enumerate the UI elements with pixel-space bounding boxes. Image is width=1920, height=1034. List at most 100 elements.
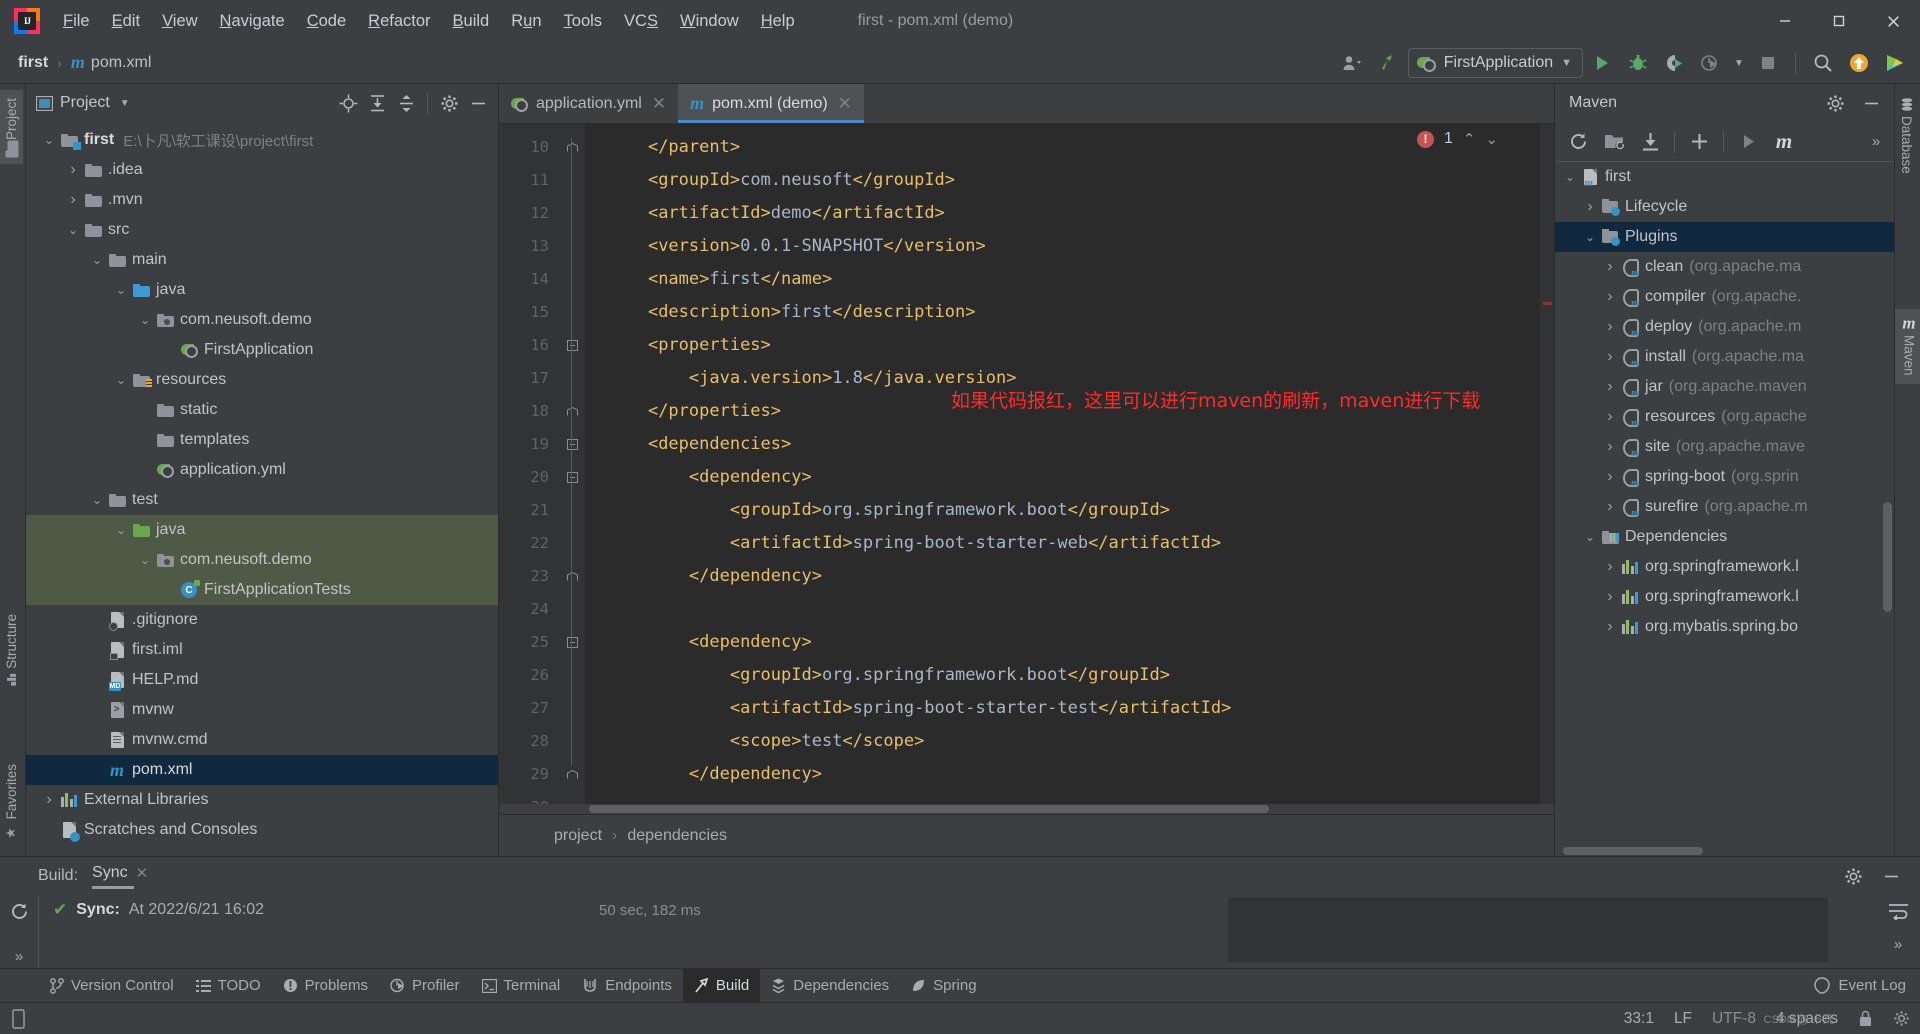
chevron-right-icon[interactable]: › [1601,408,1619,426]
line-separator[interactable]: LF [1674,1010,1692,1028]
code-line[interactable] [585,593,1540,626]
expand-all-icon[interactable] [363,90,391,116]
stripe-button-project[interactable]: Project [0,90,23,165]
menu-view[interactable]: View [151,9,208,34]
menu-code[interactable]: Code [296,9,357,34]
fold-end-icon[interactable] [559,560,585,593]
tree-node[interactable]: › .idea [26,155,498,185]
maven-tree-node[interactable]: › m install (org.apache.ma [1555,342,1894,372]
fold-start-icon[interactable] [559,428,585,461]
tree-node[interactable]: FirstApplication [26,335,498,365]
fold-start-icon[interactable] [559,329,585,362]
stripe-button-favorites[interactable]: ★ Favorites [0,756,23,848]
execute-maven-goal-icon[interactable]: m [1767,127,1801,157]
chevron-down-icon[interactable]: ⌄ [1581,530,1599,544]
tree-node[interactable]: mvnw.cmd [26,725,498,755]
previous-problem-icon[interactable]: ⌃ [1463,130,1476,148]
event-log-button[interactable]: Event Log [1814,977,1906,994]
tool-window-button-problems[interactable]: Problems [272,969,379,1003]
stripe-button-structure[interactable]: Structure [0,606,23,694]
stripe-button-maven[interactable]: m Maven [1895,309,1920,384]
menu-run[interactable]: Run [500,9,552,34]
tree-node[interactable]: application.yml [26,455,498,485]
collapse-all-icon[interactable] [392,90,420,116]
run-maven-goal-icon[interactable] [1731,127,1765,157]
code-line[interactable]: <artifactId>spring-boot-starter-web</art… [585,527,1540,560]
fold-end-icon[interactable] [559,758,585,791]
chevron-down-icon[interactable]: ▼ [120,98,130,109]
chevron-down-icon[interactable]: ⌄ [112,373,130,387]
fold-start-icon[interactable] [559,626,585,659]
editor-tab-pom-xml[interactable]: m pom.xml (demo) ✕ [678,84,864,123]
run-button[interactable] [1585,48,1619,78]
more-options-icon[interactable]: » [1864,127,1888,157]
chevron-right-icon[interactable]: › [1601,318,1619,336]
hide-panel-icon[interactable] [464,90,492,116]
code-folding-gutter[interactable] [559,124,585,804]
close-icon[interactable]: ✕ [652,94,666,114]
chevron-right-icon[interactable]: › [1601,618,1619,636]
close-icon[interactable]: ✕ [136,864,149,882]
tree-node[interactable]: Scratches and Consoles [26,815,498,845]
code-content[interactable]: </parent> <groupId>com.neusoft</groupId>… [585,124,1540,804]
file-encoding[interactable]: UTF-8 [1712,1010,1756,1028]
breadcrumb-dependencies-element[interactable]: dependencies [627,827,727,845]
update-project-icon[interactable] [1842,48,1876,78]
tree-node[interactable]: ⌄ com.neusoft.demo [26,545,498,575]
tree-node[interactable]: ⌄ test [26,485,498,515]
chevron-down-icon[interactable]: ⌄ [136,553,154,567]
tree-node[interactable]: ⌄ java [26,275,498,305]
chevron-right-icon[interactable]: › [1601,468,1619,486]
chevron-down-icon[interactable]: ⌄ [1561,170,1579,184]
close-icon[interactable]: ✕ [838,94,852,114]
settings-gear-icon[interactable] [1893,1010,1910,1027]
chevron-down-icon[interactable]: ⌄ [40,133,58,147]
fold-end-icon[interactable] [559,131,585,164]
tool-window-button-endpoints[interactable]: Endpoints [571,969,683,1003]
editor-horizontal-scrollbar[interactable] [499,804,1554,814]
download-sources-icon[interactable] [1633,127,1667,157]
tool-window-button-terminal[interactable]: Terminal [471,969,572,1003]
menu-build[interactable]: Build [442,9,501,34]
chevron-down-icon[interactable]: ⌄ [64,223,82,237]
run-configuration-selector[interactable]: FirstApplication ▼ [1407,48,1583,78]
chevron-down-icon[interactable]: ⌄ [112,523,130,537]
reload-all-maven-projects-icon[interactable] [1561,127,1595,157]
maximize-button[interactable] [1812,0,1866,42]
add-icon[interactable] [1682,127,1716,157]
maven-tree[interactable]: ⌄ m first › Lifecycle ⌄ Plugins › m clean (org.apa… [1555,162,1894,846]
maven-tree-node[interactable]: › m compiler (org.apache. [1555,282,1894,312]
chevron-right-icon[interactable]: › [1601,378,1619,396]
stop-button[interactable] [1751,48,1785,78]
chevron-down-icon[interactable]: ⌄ [1581,230,1599,244]
tree-node[interactable]: ⌄ main [26,245,498,275]
menu-refactor[interactable]: Refactor [357,9,441,34]
maven-tree-node[interactable]: › m clean (org.apache.ma [1555,252,1894,282]
tool-window-button-profiler[interactable]: Profiler [379,969,471,1003]
code-line[interactable]: <description>first</description> [585,296,1540,329]
fold-end-icon[interactable] [559,395,585,428]
breadcrumb-project[interactable]: first [14,52,52,74]
chevron-down-icon[interactable]: ⌄ [136,313,154,327]
tree-node[interactable]: m pom.xml [26,755,498,785]
search-everywhere-icon[interactable] [1806,48,1840,78]
code-line[interactable] [585,791,1540,804]
menu-help[interactable]: Help [750,9,806,34]
profiler-button[interactable] [1693,48,1727,78]
code-line[interactable]: <groupId>org.springframework.boot</group… [585,494,1540,527]
code-line[interactable]: <groupId>com.neusoft</groupId> [585,164,1540,197]
tree-node[interactable]: first.iml [26,635,498,665]
maven-tree-node[interactable]: › m jar (org.apache.maven [1555,372,1894,402]
tree-node[interactable]: › External Libraries [26,785,498,815]
chevron-down-icon[interactable]: ⌄ [112,283,130,297]
caret-position[interactable]: 33:1 [1624,1010,1654,1028]
code-line[interactable]: <dependency> [585,461,1540,494]
code-line[interactable]: <properties> [585,329,1540,362]
memory-indicator-icon[interactable] [10,1008,27,1029]
code-line[interactable]: <groupId>org.springframework.boot</group… [585,659,1540,692]
maven-tree-node[interactable]: › m spring-boot (org.sprin [1555,462,1894,492]
build-results-tree[interactable]: ✔ Sync: At 2022/6/21 16:02 50 sec, 182 m… [38,895,1228,968]
tree-node[interactable]: ⌄ src [26,215,498,245]
inspection-widget[interactable]: ! 1 ⌃ ⌄ [1416,130,1498,148]
code-line[interactable]: </dependency> [585,758,1540,791]
